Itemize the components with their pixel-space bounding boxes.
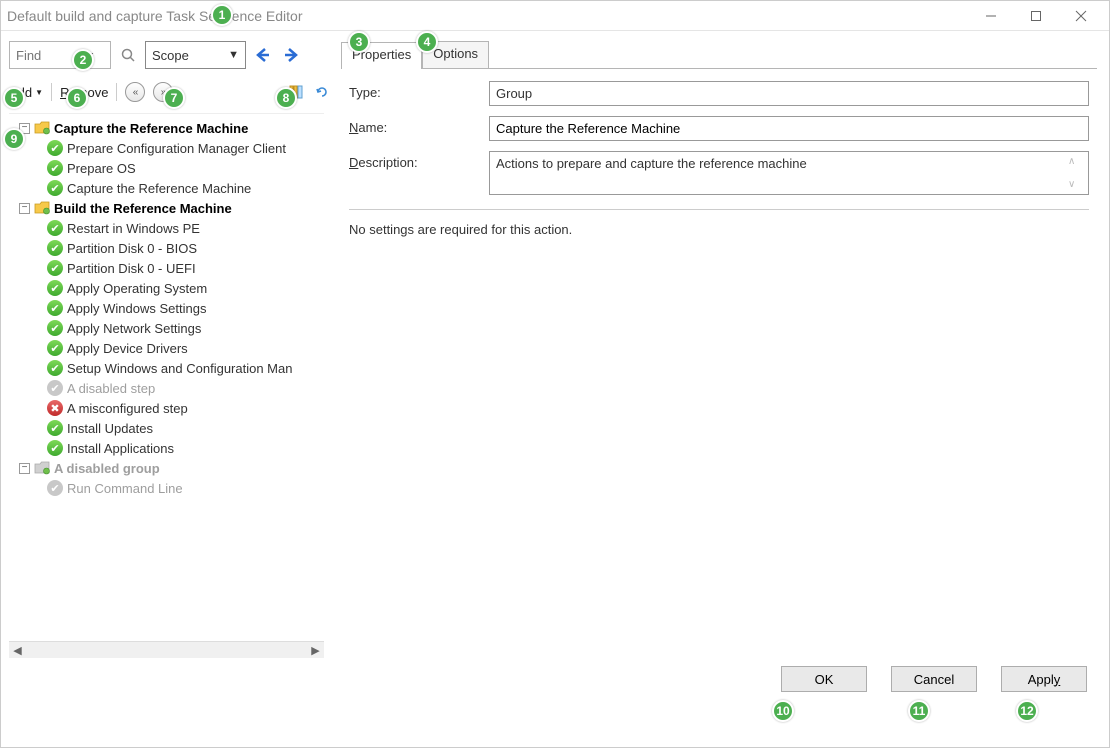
tree-node[interactable]: − Build the Reference Machine <box>13 198 324 218</box>
tree-label: A disabled step <box>67 381 155 396</box>
callout-11: 11 <box>908 700 930 722</box>
tree-node[interactable]: ✔Restart in Windows PE <box>13 218 324 238</box>
nav-back-button[interactable] <box>252 44 274 66</box>
tree-label: Install Applications <box>67 441 174 456</box>
tree-node[interactable]: ✔Run Command Line <box>13 478 324 498</box>
tree-node[interactable]: ✔Prepare OS <box>13 158 324 178</box>
tree-label: Apply Operating System <box>67 281 207 296</box>
tree-panel[interactable]: −Capture the Reference Machine✔Prepare C… <box>9 113 324 658</box>
description-field[interactable]: Actions to prepare and capture the refer… <box>489 151 1089 195</box>
tree-label: Setup Windows and Configuration Man <box>67 361 292 376</box>
ok-button[interactable]: OK <box>781 666 867 692</box>
tree-node[interactable]: ✔Install Updates <box>13 418 324 438</box>
scroll-left-icon[interactable]: ◀ <box>9 642 26 659</box>
tree-label: Apply Windows Settings <box>67 301 206 316</box>
textarea-scroll[interactable]: ∧∨ <box>1068 156 1082 190</box>
move-up-button[interactable]: « <box>125 82 145 102</box>
cancel-button[interactable]: Cancel <box>891 666 977 692</box>
horizontal-scrollbar[interactable]: ◀ ▶ <box>9 641 324 658</box>
tree-label: Build the Reference Machine <box>54 201 232 216</box>
separator <box>51 83 52 101</box>
apply-button[interactable]: Apply <box>1001 666 1087 692</box>
callout-5: 5 <box>3 87 25 109</box>
tree-label: Prepare OS <box>67 161 136 176</box>
tree-node[interactable]: ✔Apply Windows Settings <box>13 298 324 318</box>
divider <box>349 209 1089 210</box>
tree-node[interactable]: ✖A misconfigured step <box>13 398 324 418</box>
maximize-button[interactable] <box>1013 2 1058 30</box>
tabs: Properties Options <box>341 41 1097 69</box>
titlebar: Default build and capture Task Sequence … <box>1 1 1109 31</box>
type-label: Type: <box>349 81 489 100</box>
tree-node[interactable]: ✔Prepare Configuration Manager Client <box>13 138 324 158</box>
callout-12: 12 <box>1016 700 1038 722</box>
minimize-button[interactable] <box>968 2 1013 30</box>
refresh-icon[interactable] <box>313 83 331 101</box>
tree-label: A misconfigured step <box>67 401 188 416</box>
folder-icon <box>34 121 50 135</box>
tree-node[interactable]: ✔Partition Disk 0 - BIOS <box>13 238 324 258</box>
folder-icon <box>34 201 50 215</box>
description-label: Description: <box>349 151 489 170</box>
tree-node[interactable]: ✔A disabled step <box>13 378 324 398</box>
nav-forward-button[interactable] <box>280 44 302 66</box>
tree-label: Apply Device Drivers <box>67 341 188 356</box>
tree-node[interactable]: ✔Setup Windows and Configuration Man <box>13 358 324 378</box>
tree-label: Partition Disk 0 - UEFI <box>67 261 196 276</box>
tree-label: Run Command Line <box>67 481 183 496</box>
caret-down-icon: ▼ <box>35 88 43 97</box>
callout-1: 1 <box>211 4 233 26</box>
close-button[interactable] <box>1058 2 1103 30</box>
tree-node[interactable]: ✔Apply Operating System <box>13 278 324 298</box>
callout-9: 9 <box>3 128 25 150</box>
callout-3: 3 <box>348 31 370 53</box>
callout-8: 8 <box>275 87 297 109</box>
find-box[interactable]: x <box>9 41 111 69</box>
window-title: Default build and capture Task Sequence … <box>7 8 968 24</box>
tree-label: Capture the Reference Machine <box>67 181 251 196</box>
expander-icon[interactable]: − <box>19 203 30 214</box>
tree-node[interactable]: ✔Apply Network Settings <box>13 318 324 338</box>
chevron-down-icon: ▼ <box>228 49 239 61</box>
tree-node[interactable]: ✔Install Applications <box>13 438 324 458</box>
type-field: Group <box>489 81 1089 106</box>
tree-label: Restart in Windows PE <box>67 221 200 236</box>
info-text: No settings are required for this action… <box>349 222 1089 237</box>
tree-label: Install Updates <box>67 421 153 436</box>
tree-node[interactable]: −Capture the Reference Machine <box>13 118 324 138</box>
folder-icon <box>34 461 50 475</box>
tree-label: Capture the Reference Machine <box>54 121 248 136</box>
scope-label: Scope <box>152 48 189 63</box>
separator <box>116 83 117 101</box>
callout-2: 2 <box>72 49 94 71</box>
callout-10: 10 <box>772 700 794 722</box>
tree-label: Prepare Configuration Manager Client <box>67 141 286 156</box>
scope-select[interactable]: Scope ▼ <box>145 41 246 69</box>
tree-label: A disabled group <box>54 461 160 476</box>
callout-4: 4 <box>416 31 438 53</box>
name-field[interactable] <box>489 116 1089 141</box>
tree-node[interactable]: − A disabled group <box>13 458 324 478</box>
tree-node[interactable]: ✔Partition Disk 0 - UEFI <box>13 258 324 278</box>
tree-node[interactable]: ✔Capture the Reference Machine <box>13 178 324 198</box>
callout-7: 7 <box>163 87 185 109</box>
scroll-right-icon[interactable]: ▶ <box>307 642 324 659</box>
tree-label: Partition Disk 0 - BIOS <box>67 241 197 256</box>
name-label: Name: <box>349 116 489 135</box>
tree-node[interactable]: ✔Apply Device Drivers <box>13 338 324 358</box>
search-button[interactable] <box>117 44 139 66</box>
expander-icon[interactable]: − <box>19 463 30 474</box>
tree-label: Apply Network Settings <box>67 321 201 336</box>
callout-6: 6 <box>66 87 88 109</box>
